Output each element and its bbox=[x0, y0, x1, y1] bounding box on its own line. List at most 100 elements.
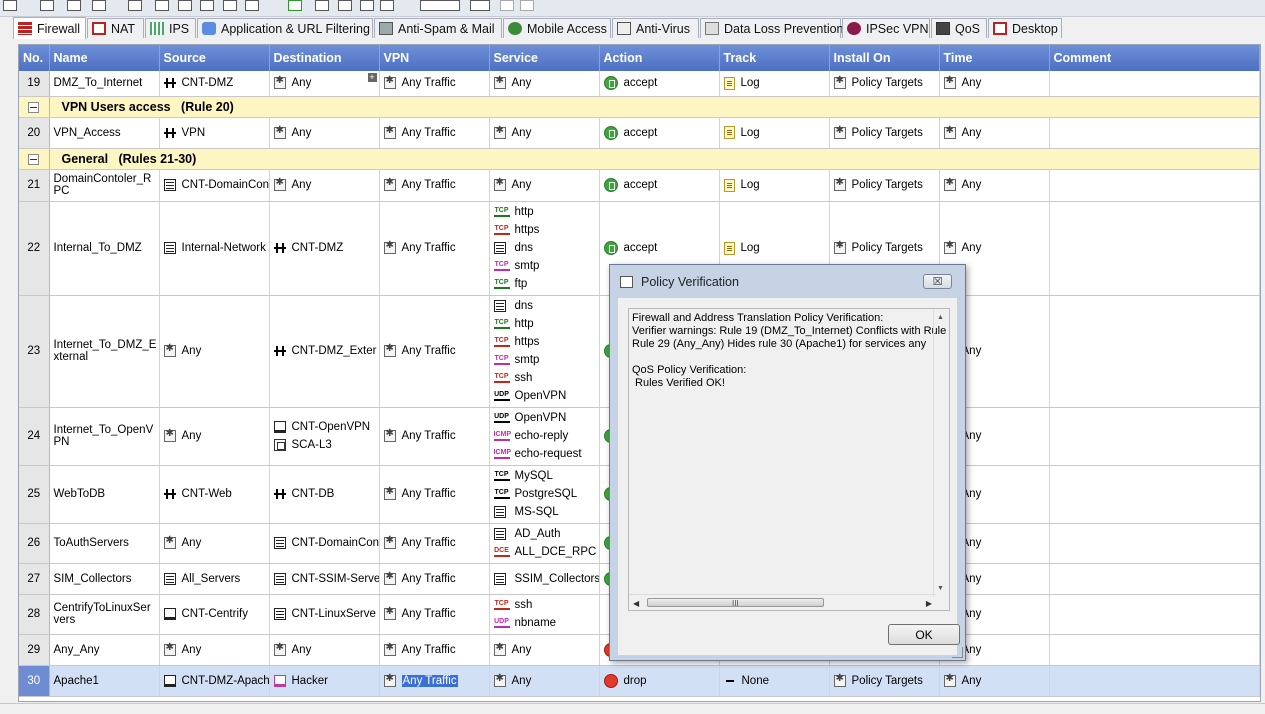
rule-source[interactable]: All_Servers bbox=[159, 563, 270, 595]
table-row-selected[interactable]: 30 Apache1 CNT-DMZ-Apach Hacker Any Traf… bbox=[19, 665, 1260, 697]
tool-icon-8[interactable] bbox=[200, 0, 214, 11]
rule-track[interactable]: Log bbox=[719, 71, 830, 97]
tool-icon-4[interactable] bbox=[92, 0, 106, 11]
rule-track[interactable]: Log bbox=[719, 169, 830, 202]
tab-nat[interactable]: NAT bbox=[87, 18, 144, 38]
rule-destination[interactable]: CNT-DomainCon bbox=[269, 523, 380, 564]
rule-name[interactable]: VPN_Access bbox=[49, 117, 160, 149]
rule-source[interactable]: VPN bbox=[159, 117, 270, 149]
rule-source[interactable]: CNT-Centrify bbox=[159, 594, 270, 635]
rule-service[interactable]: TCP ssh UDP nbname bbox=[489, 594, 600, 635]
rule-vpn[interactable]: Any Traffic bbox=[379, 594, 490, 635]
tab-application-url-filtering[interactable]: Application & URL Filtering bbox=[197, 18, 373, 38]
collapse-icon[interactable] bbox=[28, 101, 40, 113]
rule-source[interactable]: Any bbox=[159, 295, 270, 408]
horizontal-scrollbar[interactable]: ◀ III ▶ bbox=[629, 594, 936, 610]
rule-name[interactable]: CentrifyToLinuxSer vers bbox=[49, 594, 160, 635]
tool-icon-14[interactable] bbox=[380, 0, 394, 11]
close-button[interactable]: ☒ bbox=[923, 274, 952, 289]
rule-time[interactable]: Any bbox=[939, 665, 1050, 697]
rule-track[interactable]: Log bbox=[719, 117, 830, 149]
tool-icon-1[interactable] bbox=[3, 0, 17, 11]
rule-comment[interactable] bbox=[1049, 295, 1260, 408]
rule-install-on[interactable]: Policy Targets bbox=[829, 71, 940, 97]
collapse-icon[interactable] bbox=[28, 153, 40, 165]
rule-vpn[interactable]: Any Traffic bbox=[379, 465, 490, 524]
dialog-title-bar[interactable]: Policy Verification bbox=[610, 265, 965, 298]
rule-service[interactable]: Any bbox=[489, 665, 600, 697]
rule-name[interactable]: WebToDB bbox=[49, 465, 160, 524]
rule-source[interactable]: CNT-DMZ-Apach bbox=[159, 665, 270, 697]
rule-name[interactable]: DMZ_To_Internet bbox=[49, 71, 160, 97]
rule-comment[interactable] bbox=[1049, 169, 1260, 202]
rule-destination[interactable]: CNT-LinuxServe bbox=[269, 594, 380, 635]
tool-icon-17[interactable] bbox=[500, 0, 514, 11]
verification-output[interactable]: Firewall and Address Translation Policy … bbox=[628, 308, 950, 611]
rule-destination[interactable]: Any bbox=[269, 169, 380, 202]
rule-comment[interactable] bbox=[1049, 523, 1260, 564]
tool-icon-2[interactable] bbox=[40, 0, 54, 11]
vertical-scrollbar[interactable]: ▲ ▼ bbox=[933, 309, 949, 597]
rule-comment[interactable] bbox=[1049, 117, 1260, 149]
rule-destination[interactable]: CNT-DMZ_Exter bbox=[269, 295, 380, 408]
rule-destination[interactable]: CNT-SSIM-Serve bbox=[269, 563, 380, 595]
rule-vpn[interactable]: Any Traffic bbox=[379, 169, 490, 202]
col-service[interactable]: Service bbox=[489, 45, 600, 71]
rule-destination[interactable]: Any bbox=[269, 634, 380, 666]
rule-comment[interactable] bbox=[1049, 465, 1260, 524]
rule-destination[interactable]: Hacker bbox=[269, 665, 380, 697]
col-comment[interactable]: Comment bbox=[1049, 45, 1260, 71]
table-row[interactable]: 19 DMZ_To_Internet CNT-DMZ Any + Any Traf… bbox=[19, 71, 1260, 97]
rule-name[interactable]: ToAuthServers bbox=[49, 523, 160, 564]
scroll-right-icon[interactable]: ▶ bbox=[926, 597, 932, 610]
rule-destination[interactable]: CNT-DMZ bbox=[269, 201, 380, 296]
tab-anti-virus[interactable]: Anti-Virus bbox=[612, 18, 699, 38]
tab-anti-spam-mail[interactable]: Anti-Spam & Mail bbox=[374, 18, 502, 38]
tool-icon-6[interactable] bbox=[155, 0, 169, 11]
rule-service[interactable]: Any bbox=[489, 71, 600, 97]
scroll-thumb[interactable]: III bbox=[647, 598, 824, 608]
ok-button[interactable]: OK bbox=[888, 624, 960, 645]
rule-name[interactable]: Internet_To_DMZ_E xternal bbox=[49, 295, 160, 408]
section-toggle[interactable] bbox=[19, 96, 50, 118]
rule-vpn[interactable]: Any Traffic bbox=[379, 407, 490, 466]
rule-comment[interactable] bbox=[1049, 407, 1260, 466]
tool-icon-5[interactable] bbox=[128, 0, 142, 11]
tab-data-loss-prevention[interactable]: Data Loss Prevention bbox=[700, 18, 844, 38]
rule-service[interactable]: TCP MySQL TCP PostgreSQL MS-SQL bbox=[489, 465, 600, 524]
rule-action[interactable]: accept bbox=[599, 117, 720, 149]
check-icon[interactable] bbox=[288, 0, 302, 11]
rule-name[interactable]: DomainContoler_R PC bbox=[49, 169, 160, 202]
rule-vpn[interactable]: Any Traffic bbox=[379, 117, 490, 149]
col-no[interactable]: No. bbox=[19, 45, 50, 71]
rule-destination[interactable]: Any bbox=[269, 117, 380, 149]
tool-icon-9[interactable] bbox=[223, 0, 237, 11]
rule-install-on[interactable]: Policy Targets bbox=[829, 665, 940, 697]
rule-name[interactable]: Apache1 bbox=[49, 665, 160, 697]
col-time[interactable]: Time bbox=[939, 45, 1050, 71]
rule-comment[interactable] bbox=[1049, 634, 1260, 666]
scroll-left-icon[interactable]: ◀ bbox=[633, 597, 639, 610]
rule-service[interactable]: dns TCP http TCP https TCP smtp TCP ssh UDP O… bbox=[489, 295, 600, 408]
resize-grip[interactable] bbox=[952, 647, 963, 658]
tool-icon-12[interactable] bbox=[338, 0, 352, 11]
rule-action[interactable]: accept bbox=[599, 169, 720, 202]
rule-source[interactable]: Any bbox=[159, 634, 270, 666]
scroll-down-icon[interactable]: ▼ bbox=[937, 582, 944, 595]
rule-track[interactable]: None bbox=[719, 665, 830, 697]
rule-comment[interactable] bbox=[1049, 563, 1260, 595]
tool-icon-7[interactable] bbox=[178, 0, 192, 11]
rule-name[interactable]: Internal_To_DMZ bbox=[49, 201, 160, 296]
rule-time[interactable]: Any bbox=[939, 71, 1050, 97]
scroll-up-icon[interactable]: ▲ bbox=[937, 311, 944, 324]
tool-icon-3[interactable] bbox=[67, 0, 81, 11]
col-install-on[interactable]: Install On bbox=[829, 45, 940, 71]
tool-icon-16[interactable] bbox=[470, 0, 490, 11]
rule-name[interactable]: Internet_To_OpenV PN bbox=[49, 407, 160, 466]
tool-icon-11[interactable] bbox=[315, 0, 329, 11]
rule-source[interactable]: Internal-Network bbox=[159, 201, 270, 296]
rule-vpn[interactable]: Any Traffic bbox=[379, 523, 490, 564]
rule-source[interactable]: CNT-DomainCon bbox=[159, 169, 270, 202]
col-action[interactable]: Action bbox=[599, 45, 720, 71]
rule-install-on[interactable]: Policy Targets bbox=[829, 117, 940, 149]
